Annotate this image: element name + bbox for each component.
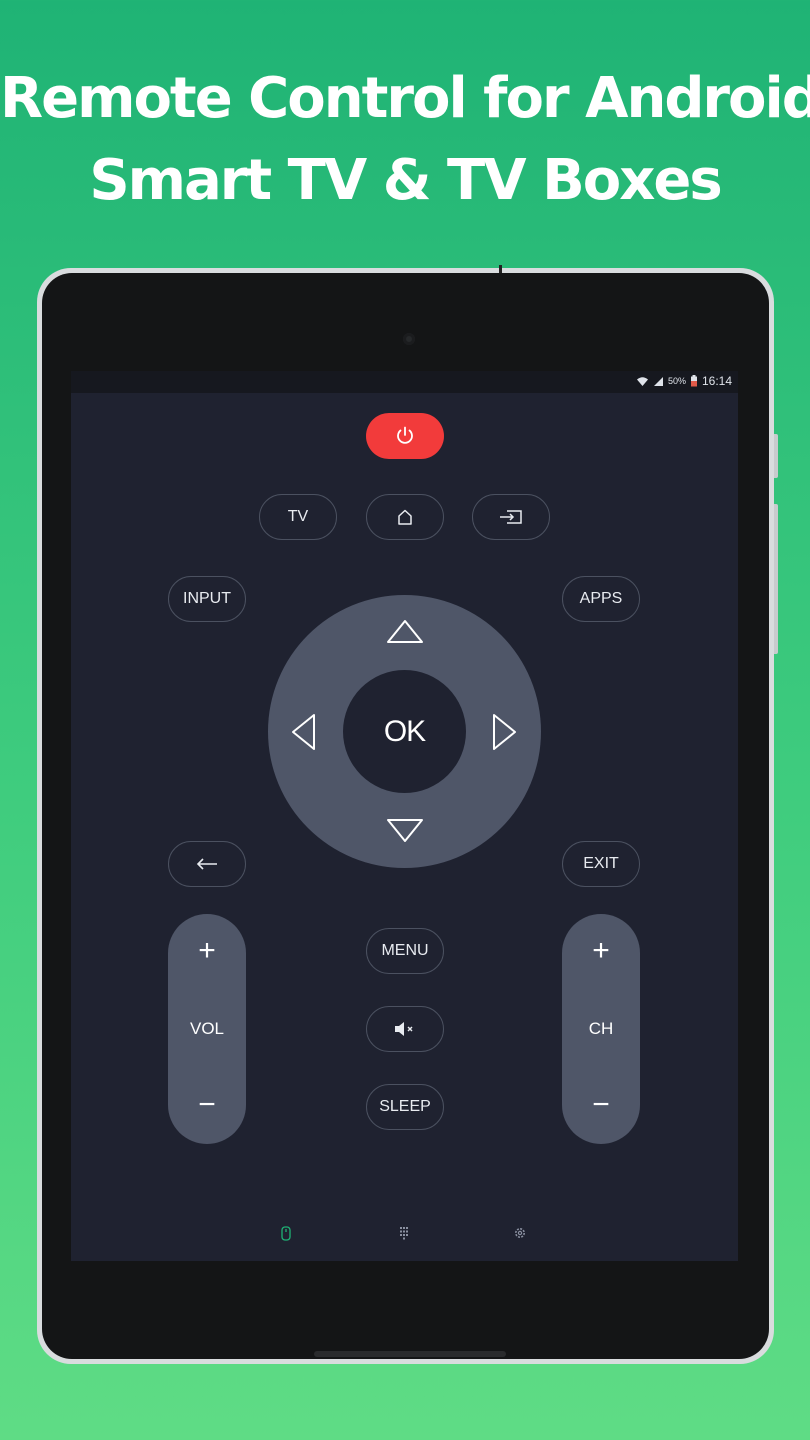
headline: Remote Control for Android Smart TV & TV…: [0, 58, 810, 222]
home-button[interactable]: [366, 494, 444, 540]
nav-keypad-tab[interactable]: [396, 1225, 412, 1241]
apps-button[interactable]: APPS: [562, 576, 640, 622]
channel-up-button[interactable]: +: [562, 936, 640, 966]
volume-down-button[interactable]: −: [168, 1090, 246, 1120]
arrow-left-icon: [292, 713, 315, 750]
remote-icon: [281, 1225, 291, 1241]
source-input-icon: [500, 510, 522, 524]
ok-button[interactable]: OK: [343, 670, 466, 793]
power-icon: [397, 426, 413, 444]
volume-label: VOL: [189, 1019, 225, 1038]
wifi-icon: [636, 376, 648, 386]
channel-down-button[interactable]: −: [562, 1090, 640, 1120]
battery-icon: [690, 375, 697, 387]
dpad-up-button[interactable]: [382, 615, 427, 647]
menu-button-label: MENU: [381, 942, 429, 959]
mute-icon: [395, 1022, 413, 1036]
exit-button[interactable]: EXIT: [562, 841, 640, 887]
dpad-left-button[interactable]: [286, 709, 320, 754]
battery-percent: 50%: [667, 376, 686, 386]
channel-label: CH: [588, 1019, 614, 1038]
dpad-right-button[interactable]: [488, 709, 522, 754]
input-button-label: INPUT: [183, 590, 231, 607]
keypad-icon: [400, 1227, 408, 1240]
headline-line-2: Smart TV & TV Boxes: [89, 148, 722, 213]
status-bar: 50% 16:14: [71, 371, 738, 393]
gear-icon: [515, 1228, 525, 1238]
input-button[interactable]: INPUT: [168, 576, 246, 622]
mute-button[interactable]: [366, 1006, 444, 1052]
exit-button-label: EXIT: [583, 855, 619, 872]
ok-button-label: OK: [383, 714, 426, 748]
back-arrow-icon: [196, 858, 217, 870]
tablet-top-button: [499, 265, 502, 273]
power-button[interactable]: [366, 413, 444, 459]
arrow-up-icon: [386, 620, 423, 643]
home-icon: [398, 509, 412, 525]
sleep-button[interactable]: SLEEP: [366, 1084, 444, 1130]
remote-screen: 50% 16:14 TV INPUT APPS OK EXIT + VOL − …: [71, 371, 738, 1261]
apps-button-label: APPS: [579, 590, 623, 607]
volume-control: + VOL −: [168, 914, 246, 1144]
tablet-bottom-bar: [314, 1351, 506, 1357]
tv-button[interactable]: TV: [259, 494, 337, 540]
signal-icon: [653, 376, 663, 386]
bottom-nav: [71, 1221, 738, 1245]
camera-icon: [403, 333, 415, 345]
nav-remote-tab[interactable]: [278, 1225, 294, 1241]
channel-control: + CH −: [562, 914, 640, 1144]
nav-settings-tab[interactable]: [512, 1225, 528, 1241]
dpad: OK: [268, 595, 541, 868]
tablet-side-button-1: [774, 434, 778, 478]
arrow-right-icon: [493, 713, 516, 750]
sleep-button-label: SLEEP: [379, 1098, 431, 1115]
volume-up-button[interactable]: +: [168, 936, 246, 966]
headline-line-1: Remote Control for Android: [0, 66, 810, 131]
tablet-side-button-2: [774, 504, 778, 654]
dpad-down-button[interactable]: [382, 815, 427, 847]
source-button[interactable]: [472, 494, 550, 540]
arrow-down-icon: [386, 819, 423, 842]
menu-button[interactable]: MENU: [366, 928, 444, 974]
tv-button-label: TV: [287, 508, 309, 525]
clock: 16:14: [701, 374, 732, 388]
back-button[interactable]: [168, 841, 246, 887]
